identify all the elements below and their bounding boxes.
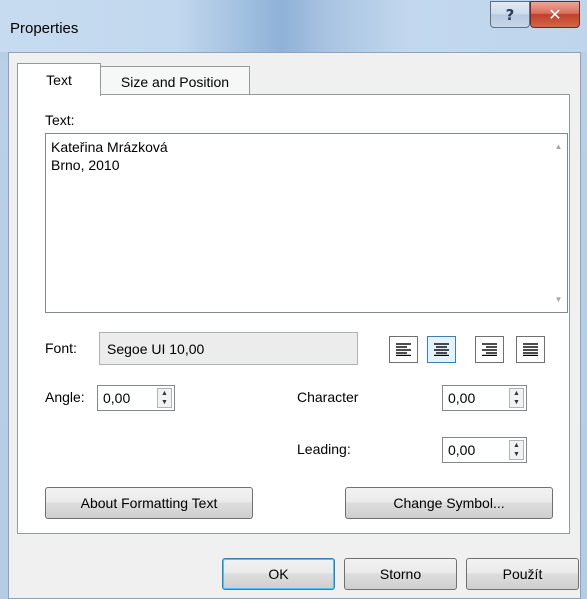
font-label: Font: — [45, 340, 77, 356]
angle-up-icon[interactable]: ▲ — [158, 389, 171, 398]
character-stepper-arrows[interactable]: ▲ ▼ — [509, 388, 524, 408]
apply-label: Použít — [502, 566, 543, 582]
character-up-icon[interactable]: ▲ — [510, 389, 523, 398]
align-justify-icon — [523, 343, 538, 356]
leading-up-icon[interactable]: ▲ — [510, 441, 523, 450]
angle-value: 0,00 — [103, 390, 131, 406]
font-display: Segoe UI 10,00 — [99, 332, 358, 365]
scroll-down-icon[interactable]: ▼ — [550, 291, 567, 308]
character-down-icon[interactable]: ▼ — [510, 398, 523, 407]
scroll-up-icon[interactable]: ▲ — [550, 138, 567, 155]
align-right-button[interactable] — [475, 336, 504, 363]
properties-dialog: Properties ? ✕ Text Size and Position Te… — [0, 0, 587, 599]
align-left-icon — [396, 343, 411, 356]
apply-button[interactable]: Použít — [466, 558, 579, 590]
change-symbol-label: Change Symbol... — [393, 495, 505, 511]
help-icon: ? — [505, 5, 515, 24]
leading-value: 0,00 — [448, 442, 476, 458]
text-input-value: Kateřina Mrázková Brno, 2010 — [51, 139, 168, 173]
about-formatting-text-label: About Formatting Text — [80, 495, 218, 511]
align-justify-button[interactable] — [516, 336, 545, 363]
text-input[interactable]: Kateřina Mrázková Brno, 2010 ▲ ▼ — [45, 133, 568, 313]
align-left-button[interactable] — [389, 336, 418, 363]
leading-stepper[interactable]: 0,00 ▲ ▼ — [442, 437, 527, 463]
tab-size-and-position-label: Size and Position — [120, 73, 230, 90]
change-symbol-button[interactable]: Change Symbol... — [345, 487, 553, 519]
close-button[interactable]: ✕ — [530, 1, 580, 28]
storno-button[interactable]: Storno — [344, 558, 457, 590]
tab-size-and-position[interactable]: Size and Position — [100, 66, 250, 96]
character-value: 0,00 — [448, 390, 476, 406]
character-stepper[interactable]: 0,00 ▲ ▼ — [442, 385, 527, 411]
tab-text[interactable]: Text — [17, 63, 101, 96]
ok-label: OK — [268, 566, 289, 582]
title-bar[interactable]: Properties ? ✕ — [0, 0, 587, 52]
angle-stepper[interactable]: 0,00 ▲ ▼ — [97, 385, 175, 411]
about-formatting-text-button[interactable]: About Formatting Text — [45, 487, 253, 519]
text-label: Text: — [45, 112, 75, 128]
angle-stepper-arrows[interactable]: ▲ ▼ — [157, 388, 172, 408]
character-label: Character — [297, 389, 359, 405]
angle-label: Angle: — [45, 389, 85, 405]
leading-stepper-arrows[interactable]: ▲ ▼ — [509, 440, 524, 460]
dialog-client-area: Text Size and Position Text: Kateřina Mr… — [8, 52, 581, 599]
leading-down-icon[interactable]: ▼ — [510, 450, 523, 459]
storno-label: Storno — [379, 566, 422, 582]
align-right-icon — [482, 343, 497, 356]
help-button[interactable]: ? — [490, 1, 530, 28]
font-value: Segoe UI 10,00 — [107, 340, 205, 357]
tab-text-label: Text — [46, 72, 72, 88]
leading-label: Leading: — [297, 441, 351, 457]
ok-button[interactable]: OK — [222, 558, 335, 590]
align-center-icon — [434, 343, 449, 356]
close-icon: ✕ — [548, 5, 562, 24]
align-center-button[interactable] — [427, 336, 456, 363]
text-input-scrollbar[interactable]: ▲ ▼ — [550, 134, 567, 312]
window-title: Properties — [10, 20, 79, 37]
angle-down-icon[interactable]: ▼ — [158, 398, 171, 407]
